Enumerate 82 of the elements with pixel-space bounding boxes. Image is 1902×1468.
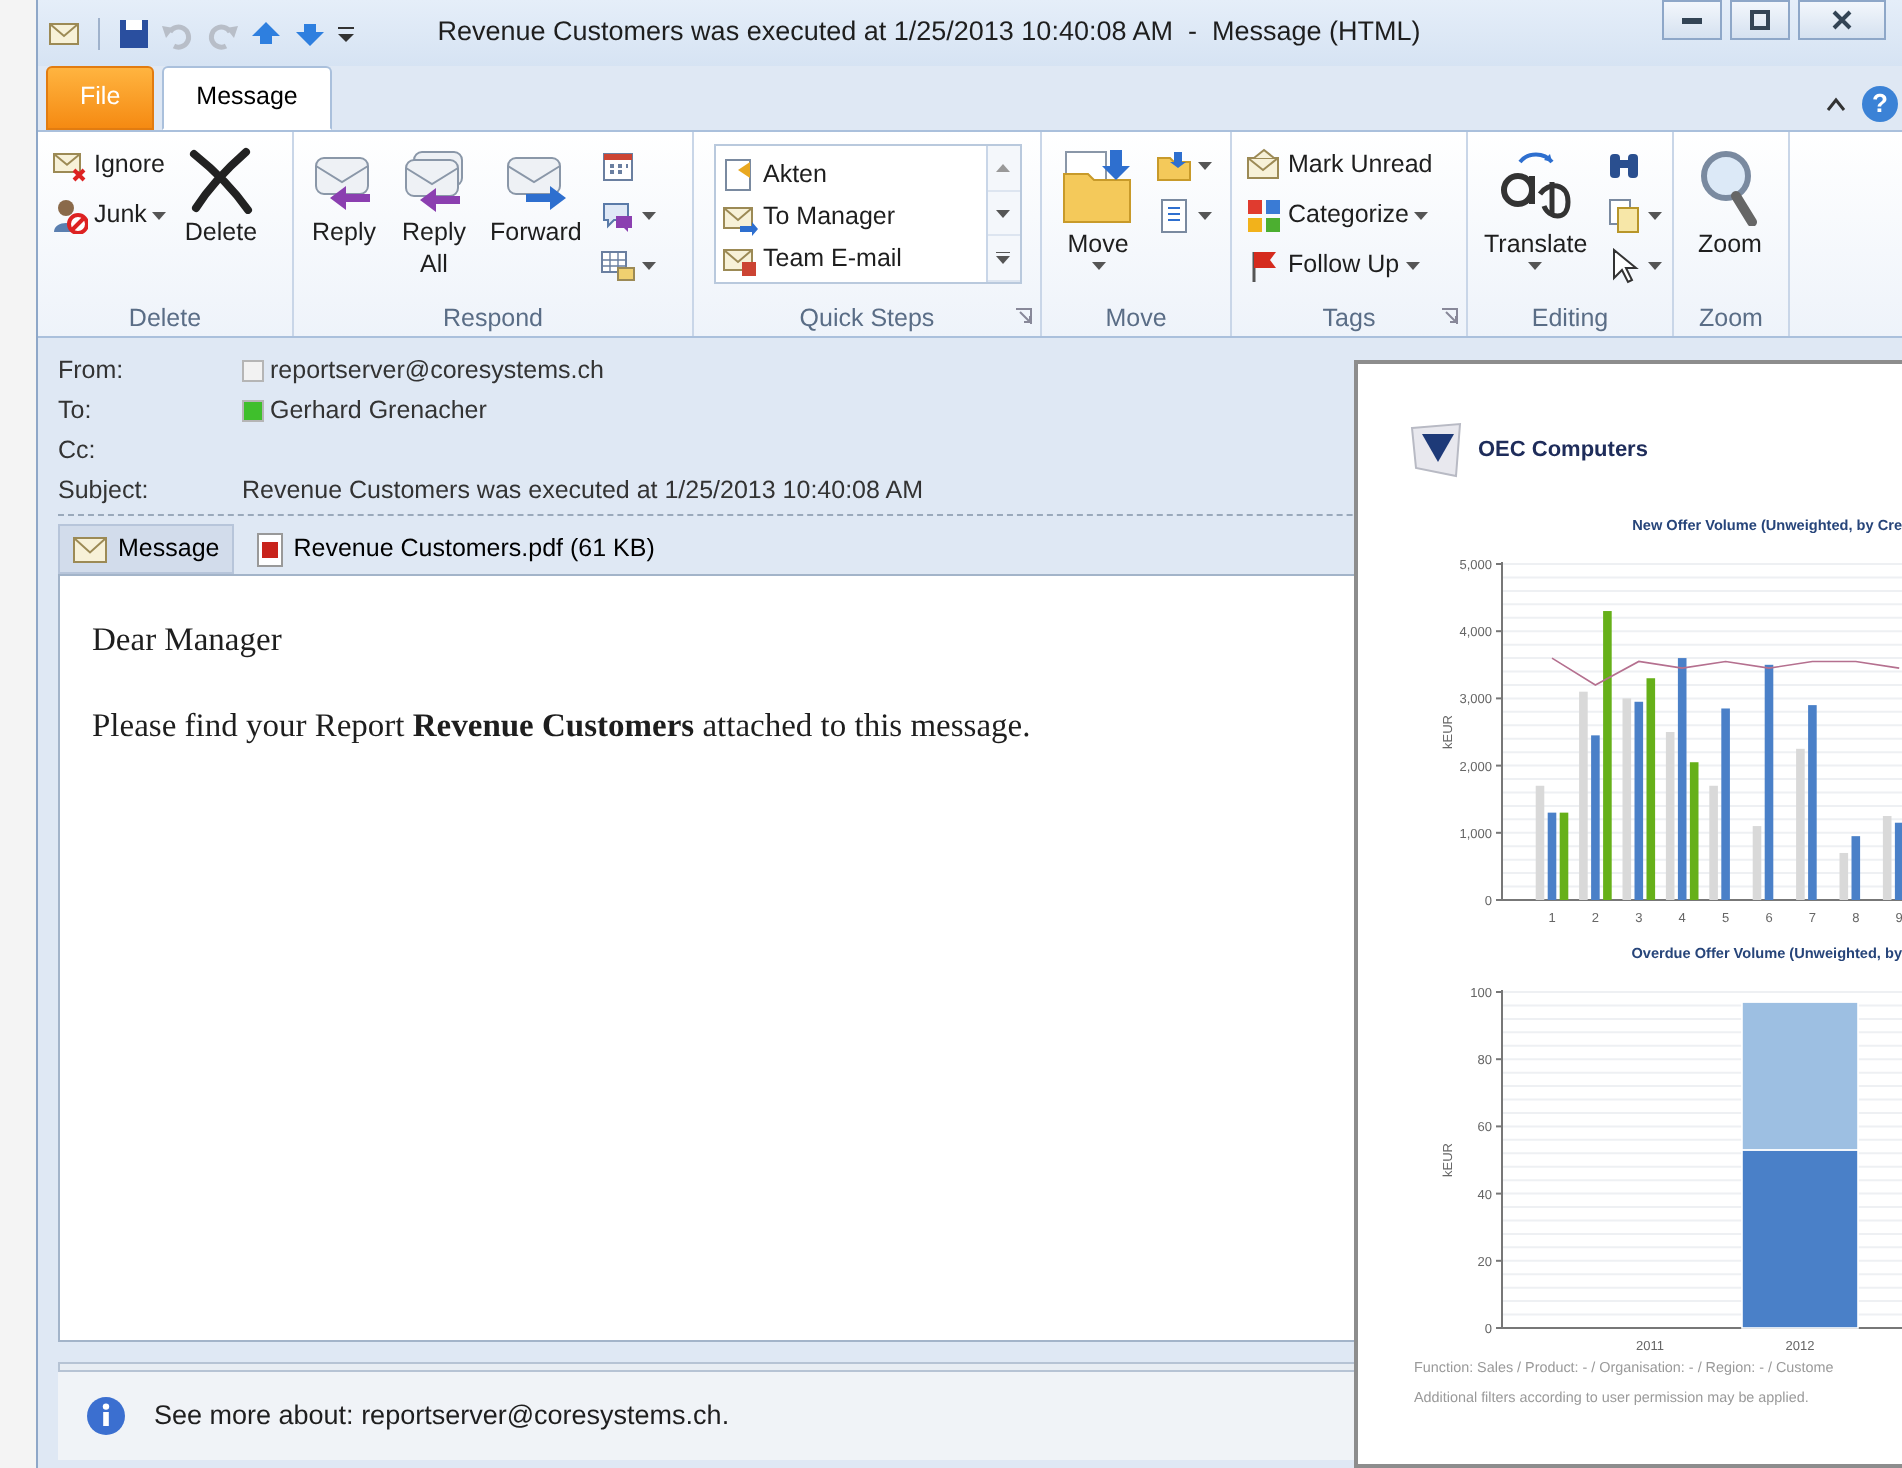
- person-icon: [52, 197, 88, 233]
- group-label: Quick Steps: [799, 301, 935, 336]
- ribbon-tab[interactable]: Message: [162, 66, 332, 130]
- field-label: Subject:: [58, 473, 151, 508]
- grid-icon: [599, 247, 636, 283]
- ribbon-button[interactable]: Junk: [46, 190, 173, 240]
- caret-icon: [641, 211, 656, 219]
- caret-icon: [1405, 261, 1420, 269]
- caret-icon: [641, 261, 656, 269]
- body-text: Please find your Report Revenue Customers attached to this message.: [92, 703, 1031, 748]
- ribbon-button[interactable]: Delete: [176, 140, 266, 300]
- group-label: Editing: [1531, 301, 1609, 336]
- field-value: Revenue Customers was executed at 1/25/2013 10:40:08 AM: [242, 473, 923, 508]
- minimize-icon: [1682, 17, 1702, 23]
- close-icon: [1832, 10, 1852, 30]
- color-squares-icon: [1246, 197, 1282, 233]
- ribbon-button[interactable]: Mark Unread: [1240, 140, 1439, 190]
- ribbon-button[interactable]: Categorize: [1240, 190, 1439, 240]
- collapse-ribbon-icon: [1826, 96, 1846, 112]
- attachment-tab[interactable]: Revenue Customers.pdf (61 KB): [241, 524, 669, 574]
- field-label: From:: [58, 353, 126, 388]
- caret-icon: [152, 211, 167, 219]
- info-text: See more about: reportserver@coresystems.ch.: [154, 1397, 730, 1434]
- group-label: Tags: [1322, 301, 1376, 336]
- caret-icon: [1198, 211, 1212, 219]
- field-label: Cc:: [58, 433, 98, 468]
- restore-button[interactable]: [1730, 0, 1790, 40]
- group-label: Delete: [128, 301, 202, 336]
- ribbon-button[interactable]: Move: [1050, 140, 1146, 300]
- caret-icon: [1647, 211, 1662, 219]
- caret-icon: [1647, 261, 1662, 269]
- chart-bar: [1709, 785, 1718, 900]
- quick-step[interactable]: Team E-mail: [715, 238, 985, 280]
- group-label: Move: [1105, 301, 1167, 336]
- calendar-icon: [599, 147, 636, 183]
- close-button[interactable]: [1798, 0, 1886, 40]
- down-icon: [996, 209, 1010, 217]
- group-label: Respond: [442, 301, 544, 336]
- ribbon-button[interactable]: Translate: [1476, 140, 1596, 300]
- envelope-icon: [1246, 147, 1282, 183]
- x-icon: [186, 146, 255, 214]
- ribbon-button[interactable]: Follow Up: [1240, 240, 1439, 290]
- caret-icon: [1091, 261, 1105, 270]
- quick-step[interactable]: To Manager: [715, 196, 985, 238]
- company-logo-text: OEC Computers: [1478, 435, 1648, 466]
- ribbon-button[interactable]: Reply: [302, 140, 386, 300]
- ribbon-button[interactable]: Zoom: [1682, 140, 1778, 300]
- ribbon-button[interactable]: Reply All: [390, 140, 478, 300]
- ribbon-button[interactable]: Ignore: [46, 140, 173, 190]
- reply-all-icon: [400, 146, 468, 214]
- caret-icon: [1528, 261, 1543, 270]
- body-text: Dear Manager: [92, 618, 282, 662]
- minimize-button[interactable]: [1662, 0, 1722, 40]
- field-value[interactable]: Gerhard Grenacher: [270, 391, 487, 429]
- folder-icon: [1156, 147, 1192, 183]
- info-icon: [86, 1396, 126, 1436]
- envelope-icon: [52, 149, 88, 181]
- copy-icon: [1605, 197, 1642, 233]
- document-icon: [1156, 197, 1192, 233]
- group-label: Zoom: [1699, 301, 1763, 336]
- quick-step[interactable]: Akten: [715, 154, 985, 196]
- up-icon: [996, 163, 1010, 172]
- pdf-icon: [255, 531, 284, 567]
- more-button[interactable]: [987, 236, 1019, 283]
- attachment-tab[interactable]: Message: [58, 524, 234, 574]
- launcher-icon: [1442, 308, 1458, 324]
- ribbon-button[interactable]: Forward: [482, 140, 590, 300]
- more-icon: [996, 252, 1010, 265]
- launcher-icon: [1016, 308, 1032, 324]
- field-value[interactable]: reportserver@coresystems.ch: [270, 351, 604, 389]
- document-arrow-icon: [721, 157, 757, 193]
- caret-icon: [1198, 161, 1212, 169]
- caret-icon: [1414, 211, 1429, 219]
- scroll-down-button[interactable]: [987, 191, 1019, 237]
- help-icon[interactable]: ?: [1862, 86, 1898, 122]
- save-icon: [116, 15, 152, 51]
- envelope-icon: [72, 535, 108, 563]
- field-label: To:: [58, 393, 94, 428]
- window-title: Revenue Customers was executed at 1/25/2013 10:40:08 AM - Message (HTML): [435, 14, 1423, 51]
- restore-icon: [1750, 10, 1770, 30]
- chat-icon: [599, 197, 636, 233]
- logo-icon: [1410, 420, 1462, 480]
